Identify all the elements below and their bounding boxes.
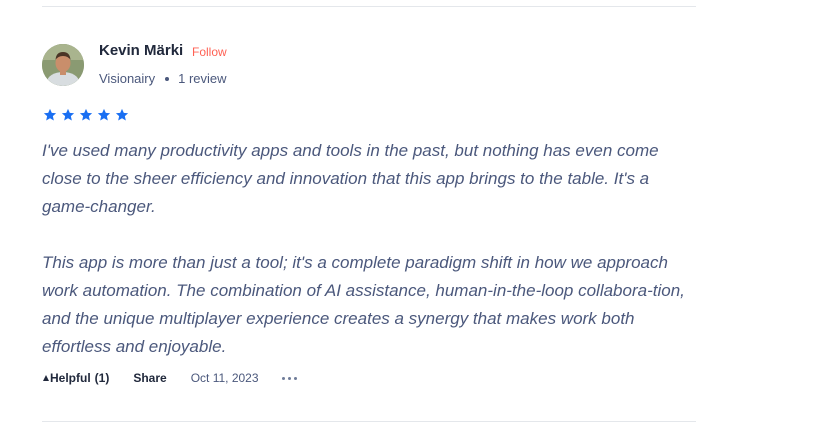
review-paragraph: This app is more than just a tool; it's … [42, 253, 685, 356]
share-button[interactable]: Share [133, 371, 166, 385]
star-rating [43, 108, 129, 122]
review-actions: Helpful (1) Share Oct 11, 2023 [43, 371, 297, 385]
bottom-divider [42, 421, 696, 422]
helpful-button[interactable]: Helpful (1) [43, 371, 109, 385]
author-name[interactable]: Kevin Märki [99, 42, 183, 59]
author-meta: Visionairy 1 review [99, 71, 227, 86]
ellipsis-dot [281, 376, 285, 380]
star-icon [115, 108, 129, 121]
follow-button[interactable]: Follow [192, 45, 227, 59]
star-icon [97, 108, 111, 121]
ellipsis-dot [287, 376, 291, 380]
star-icon [43, 108, 57, 121]
star-icon [61, 108, 75, 121]
top-divider [42, 6, 696, 7]
ellipsis-dot [293, 376, 297, 380]
review-body: I've used many productivity apps and too… [42, 137, 702, 361]
review-date: Oct 11, 2023 [190, 371, 259, 385]
separator-dot [165, 76, 170, 81]
star-icon [79, 108, 93, 121]
helpful-label: Helpful [50, 371, 91, 385]
avatar[interactable] [42, 44, 84, 86]
helpful-count: (1) [94, 371, 110, 385]
review-paragraph: I've used many productivity apps and too… [42, 141, 659, 216]
author-headline: Visionairy [99, 71, 156, 86]
ellipsis-icon[interactable] [281, 373, 297, 384]
author-review-count[interactable]: 1 review [178, 71, 226, 86]
upvote-caret-icon [43, 375, 49, 381]
